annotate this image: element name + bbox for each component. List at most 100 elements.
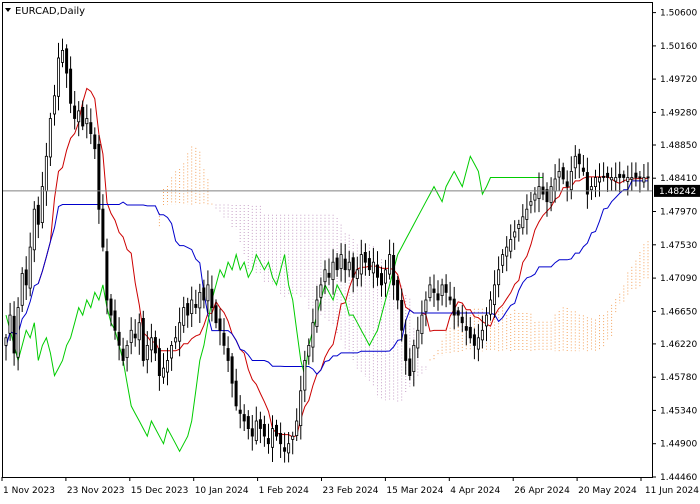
candle-body bbox=[258, 419, 262, 429]
candle-body bbox=[266, 438, 270, 445]
candle-body bbox=[416, 329, 420, 349]
x-tick-label: 11 Jun 2024 bbox=[645, 486, 699, 496]
candle-body bbox=[178, 322, 182, 342]
candle-body bbox=[117, 331, 121, 346]
candle-body bbox=[589, 186, 593, 191]
candle-body bbox=[472, 334, 476, 346]
candle-body bbox=[81, 107, 85, 127]
candle-body bbox=[408, 358, 412, 376]
last-price-label: 1.48242 bbox=[654, 184, 700, 197]
candle-body bbox=[400, 299, 404, 331]
candle-body bbox=[230, 356, 234, 384]
candle-body bbox=[69, 68, 73, 104]
candle-body bbox=[444, 284, 448, 293]
candle-body bbox=[561, 167, 565, 180]
x-tick-label: 23 Feb 2024 bbox=[323, 486, 379, 496]
candle-body bbox=[129, 329, 133, 343]
candle-body bbox=[77, 110, 81, 123]
candle-body bbox=[32, 208, 36, 251]
candle-body bbox=[210, 288, 214, 309]
candle-body bbox=[279, 432, 283, 445]
candle-body bbox=[602, 175, 606, 178]
candle-body bbox=[254, 420, 258, 442]
x-tick-label: 15 Mar 2024 bbox=[386, 486, 443, 496]
x-tick-label: 23 Nov 2023 bbox=[67, 486, 125, 496]
candle-body bbox=[375, 264, 379, 278]
candle-body bbox=[428, 284, 432, 298]
candle-body bbox=[53, 95, 57, 115]
candle-body bbox=[505, 246, 509, 257]
candle-body bbox=[569, 170, 573, 191]
candle-body bbox=[537, 186, 541, 200]
candle-body bbox=[367, 258, 371, 271]
candle-body bbox=[182, 307, 186, 326]
candle-body bbox=[480, 329, 484, 341]
candle-body bbox=[234, 380, 238, 407]
candle-body bbox=[174, 337, 178, 343]
x-tick-label: 4 Apr 2024 bbox=[450, 486, 500, 496]
y-tick-label: 1.50600 bbox=[660, 9, 697, 19]
candle-body bbox=[165, 360, 169, 373]
candle-body bbox=[57, 57, 61, 97]
candle bbox=[141, 310, 145, 367]
y-tick-label: 1.50160 bbox=[660, 42, 697, 52]
candle-body bbox=[420, 314, 424, 335]
candle-body bbox=[85, 118, 89, 125]
candle-body bbox=[169, 344, 173, 359]
candle-body bbox=[351, 257, 355, 278]
x-tick-label: 1 Nov 2023 bbox=[3, 486, 55, 496]
candle-body bbox=[614, 177, 618, 182]
candle-body bbox=[283, 447, 287, 452]
candle bbox=[20, 267, 24, 312]
candle-body bbox=[194, 303, 198, 308]
y-tick-label: 1.47530 bbox=[660, 241, 697, 251]
candle-body bbox=[468, 326, 472, 339]
candle-body bbox=[501, 254, 505, 266]
candle-body bbox=[553, 178, 557, 192]
candle-body bbox=[359, 254, 363, 275]
candle-body bbox=[242, 414, 246, 422]
candle-body bbox=[8, 314, 12, 334]
symbol-title[interactable]: EURCAD,Daily bbox=[5, 6, 85, 17]
y-tick-label: 1.49280 bbox=[660, 108, 697, 118]
candle-body bbox=[355, 269, 359, 279]
candle-body bbox=[363, 251, 367, 263]
candle-body bbox=[299, 390, 303, 426]
candle-body bbox=[157, 348, 161, 377]
candle-body bbox=[488, 299, 492, 315]
candle-body bbox=[16, 307, 20, 358]
candle-body bbox=[634, 172, 638, 178]
candle-body bbox=[315, 299, 319, 328]
candle-body bbox=[456, 310, 460, 316]
candle-body bbox=[20, 273, 24, 306]
candle-body bbox=[125, 344, 129, 358]
candle-body bbox=[339, 254, 343, 269]
y-tick-label: 1.47090 bbox=[660, 274, 697, 284]
candle-body bbox=[371, 261, 375, 274]
x-tick-label: 20 May 2024 bbox=[578, 486, 637, 496]
candle-body bbox=[323, 269, 327, 283]
y-tick-label: 1.47970 bbox=[660, 208, 697, 218]
candle-body bbox=[145, 344, 149, 361]
candle-body bbox=[622, 174, 626, 178]
candle-body bbox=[598, 177, 602, 183]
candle-body bbox=[202, 287, 206, 301]
candle-body bbox=[327, 272, 331, 278]
candle-body bbox=[311, 322, 315, 348]
candle-body bbox=[186, 303, 190, 316]
candle-body bbox=[93, 134, 97, 150]
candle-body bbox=[238, 409, 242, 414]
y-tick-label: 1.44460 bbox=[660, 473, 697, 483]
candle-body bbox=[222, 332, 226, 346]
candle-body bbox=[73, 105, 77, 119]
candle-body bbox=[545, 189, 549, 203]
candle-body bbox=[594, 177, 598, 188]
candle-body bbox=[440, 284, 444, 296]
candlestick-chart: 1.50600 1.50160 1.49720 1.49280 1.48850 1.484… bbox=[0, 0, 700, 500]
candle-body bbox=[577, 153, 581, 165]
candle-body bbox=[48, 118, 52, 158]
candle-body bbox=[517, 223, 521, 229]
candle-body bbox=[396, 279, 400, 301]
candle-body bbox=[573, 155, 577, 169]
candle-body bbox=[89, 122, 93, 134]
